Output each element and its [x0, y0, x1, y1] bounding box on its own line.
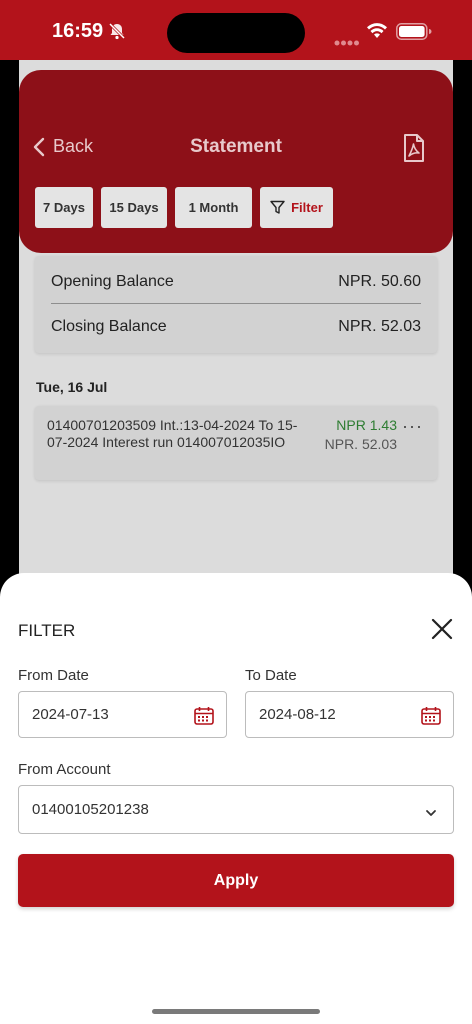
closing-balance-label: Closing Balance — [51, 318, 167, 335]
transaction-amount: NPR 1.43 — [336, 417, 397, 433]
from-date-field[interactable]: 2024-07-13 — [18, 691, 227, 738]
balance-card: Opening Balance NPR. 50.60 Closing Balan… — [35, 256, 437, 353]
transaction-description: 01400701203509 Int.:13-04-2024 To 15-07-… — [47, 417, 298, 450]
filter-title: FILTER — [18, 621, 76, 640]
calendar-icon[interactable] — [421, 706, 441, 730]
close-icon[interactable] — [431, 618, 453, 645]
home-indicator — [152, 1009, 320, 1014]
signal-icon — [334, 33, 360, 51]
period-chips: 7 Days 15 Days 1 Month Filter — [35, 187, 341, 228]
chip-1-month[interactable]: 1 Month — [175, 187, 252, 228]
opening-balance-row: Opening Balance NPR. 50.60 — [51, 273, 421, 291]
filter-label: Filter — [291, 200, 323, 215]
pdf-icon[interactable] — [403, 134, 425, 167]
from-account-select[interactable]: 01400105201238 — [18, 785, 454, 834]
page-title: Statement — [190, 136, 282, 157]
status-time: 16:59 — [52, 20, 104, 42]
more-icon[interactable]: ··· — [402, 416, 423, 437]
from-date-value: 2024-07-13 — [32, 706, 109, 723]
opening-balance-label: Opening Balance — [51, 273, 174, 290]
wifi-icon — [366, 22, 388, 44]
battery-icon — [396, 23, 432, 45]
transaction-balance: NPR. 52.03 — [324, 436, 397, 452]
to-date-label: To Date — [245, 667, 297, 684]
from-account-label: From Account — [18, 761, 111, 778]
chevron-down-icon — [425, 804, 437, 822]
opening-balance-value: NPR. 50.60 — [338, 273, 421, 290]
balance-divider — [51, 303, 421, 304]
dynamic-island — [167, 13, 305, 53]
from-date-label: From Date — [18, 667, 89, 684]
status-bar: 16:59 — [0, 0, 472, 60]
filter-sheet: FILTER From Date 2024-07-13 To Date 2024… — [0, 573, 472, 1024]
to-date-value: 2024-08-12 — [259, 706, 336, 723]
chip-7-days[interactable]: 7 Days — [35, 187, 93, 228]
bell-slash-icon — [108, 22, 126, 45]
calendar-icon[interactable] — [194, 706, 214, 730]
filter-button[interactable]: Filter — [260, 187, 333, 228]
closing-balance-row: Closing Balance NPR. 52.03 — [51, 318, 421, 336]
transaction-item[interactable]: 01400701203509 Int.:13-04-2024 To 15-07-… — [35, 406, 437, 480]
apply-button[interactable]: Apply — [18, 854, 454, 907]
filter-icon — [270, 200, 285, 214]
transaction-date-header: Tue, 16 Jul — [36, 379, 108, 395]
chip-15-days[interactable]: 15 Days — [101, 187, 167, 228]
from-account-value: 01400105201238 — [32, 801, 149, 818]
statement-header: Back Statement 7 Days 15 Days 1 Month Fi… — [19, 70, 453, 253]
to-date-field[interactable]: 2024-08-12 — [245, 691, 454, 738]
closing-balance-value: NPR. 52.03 — [338, 318, 421, 335]
